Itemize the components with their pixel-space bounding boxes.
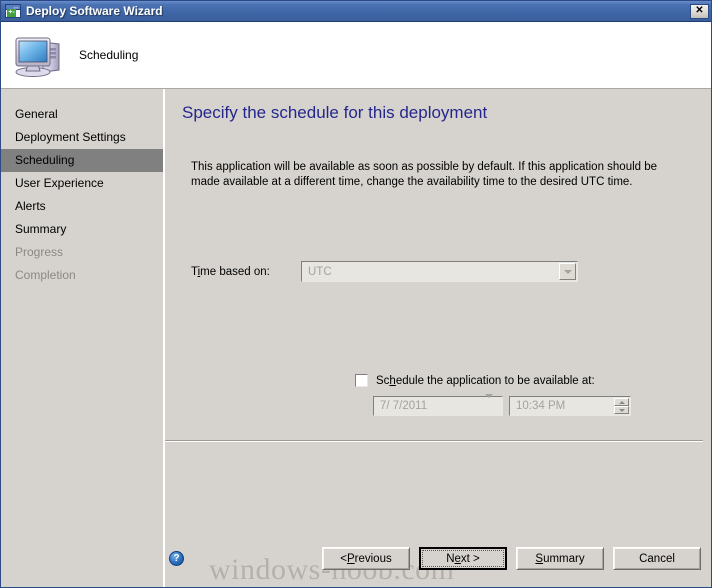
time-based-on-label-pre: T xyxy=(191,265,198,278)
time-based-on-label: Time based on: xyxy=(191,266,301,278)
chevron-up-icon xyxy=(618,400,625,404)
page-title: Specify the schedule for this deployment xyxy=(182,103,488,122)
availability-date-value: 7/ 7/2011 xyxy=(380,400,428,412)
previous-button[interactable]: < Previous xyxy=(322,547,410,570)
footer-divider xyxy=(165,440,703,442)
previous-button-pre: < xyxy=(340,552,347,565)
chevron-down-icon xyxy=(618,408,625,412)
wizard-button-row: < Previous Ne xt > Summary Cancel xyxy=(322,547,701,570)
previous-button-accel: P xyxy=(346,552,355,565)
next-button-pre: N xyxy=(446,552,455,565)
icon-plus-minus-badge: +- xyxy=(7,9,16,17)
deploy-software-wizard-window: ▪▪ +- Deploy Software Wizard ✕ Schedulin… xyxy=(0,0,712,588)
schedule-availability-row[interactable]: Schedule the application to be available… xyxy=(355,374,595,387)
availability-date-picker[interactable]: 7/ 7/2011 xyxy=(373,394,503,416)
header-step-label: Scheduling xyxy=(79,48,139,62)
window-title: Deploy Software Wizard xyxy=(26,4,163,18)
wizard-window-icon: ▪▪ +- xyxy=(5,4,21,18)
sidebar-item-alerts[interactable]: Alerts xyxy=(1,195,163,218)
wizard-header: Scheduling xyxy=(1,22,711,89)
availability-time-value: 10:34 PM xyxy=(516,400,566,412)
summary-button-post: ummary xyxy=(543,552,585,565)
availability-date-dropdown-button[interactable] xyxy=(485,394,501,415)
chevron-down-icon xyxy=(485,394,493,415)
schedule-availability-checkbox[interactable] xyxy=(355,374,368,387)
sidebar-item-general[interactable]: General xyxy=(1,103,163,126)
availability-time-spinner[interactable] xyxy=(614,398,629,414)
summary-button[interactable]: Summary xyxy=(516,547,604,570)
next-button[interactable]: Ne xt > xyxy=(419,547,507,570)
availability-time-picker[interactable]: 10:34 PM xyxy=(509,396,631,416)
sidebar-item-summary[interactable]: Summary xyxy=(1,218,163,241)
time-based-on-combobox[interactable]: UTC xyxy=(301,261,578,282)
sidebar-item-completion: Completion xyxy=(15,268,76,282)
cancel-button[interactable]: Cancel xyxy=(613,547,701,570)
wizard-step-list: General Deployment Settings Scheduling U… xyxy=(1,89,163,587)
next-button-post: xt > xyxy=(460,552,480,565)
availability-datetime-row: 7/ 7/2011 10:34 PM xyxy=(373,394,631,416)
spinner-down-button[interactable] xyxy=(614,406,629,414)
chevron-down-icon xyxy=(563,269,572,274)
schedule-label-pre: Sc xyxy=(376,374,390,387)
cancel-button-pre: Cancel xyxy=(639,552,675,565)
previous-button-post: revious xyxy=(354,552,392,565)
time-based-on-dropdown-button[interactable] xyxy=(559,263,576,280)
computer-icon xyxy=(13,32,65,78)
page-description: This application will be available as so… xyxy=(191,161,658,188)
close-button[interactable]: ✕ xyxy=(690,3,709,19)
title-bar: ▪▪ +- Deploy Software Wizard ✕ xyxy=(1,1,711,22)
schedule-label-post: edule the application to be available at… xyxy=(395,374,595,387)
help-icon[interactable]: ? xyxy=(169,551,184,566)
time-based-on-label-post: me based on: xyxy=(200,265,270,278)
wizard-content-pane: Specify the schedule for this deployment… xyxy=(165,89,711,587)
schedule-availability-label: Schedule the application to be available… xyxy=(376,375,595,387)
time-based-on-value: UTC xyxy=(308,265,332,278)
sidebar-item-user-experience[interactable]: User Experience xyxy=(1,172,163,195)
sidebar-item-deployment-settings[interactable]: Deployment Settings xyxy=(1,126,163,149)
sidebar-item-scheduling[interactable]: Scheduling xyxy=(1,149,163,172)
summary-button-accel: S xyxy=(535,552,544,565)
spinner-up-button[interactable] xyxy=(614,398,629,406)
sidebar-item-progress: Progress xyxy=(15,245,64,259)
time-based-on-row: Time based on: UTC xyxy=(191,261,578,282)
